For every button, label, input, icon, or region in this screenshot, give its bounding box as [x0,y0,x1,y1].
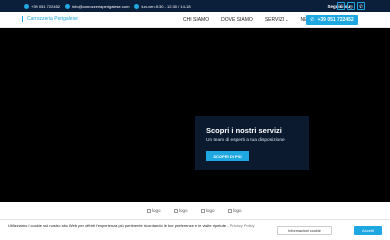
nav-chi-siamo[interactable]: CHI SIAMO [183,17,209,23]
top-info-bar: +39 051 722452 info@carrozzeriaperigales… [0,0,390,12]
site-logo[interactable]: Carrozzeria Perigalese [22,16,78,22]
phone-icon [24,3,29,9]
social-links: f ◎ ✆ [337,2,365,10]
whatsapp-icon[interactable]: ✆ [357,2,365,10]
privacy-policy-link[interactable]: Privacy Policy [230,223,255,228]
topbar-phone-text: +39 051 722452 [31,3,61,9]
nav-servizi-label: SERVIZI [264,17,285,23]
instagram-icon[interactable]: ◎ [347,2,355,10]
topbar-email[interactable]: info@carrozzeriaperigalese.com [65,3,130,9]
cookie-info-button[interactable]: Informazioni cookie [277,226,332,235]
topbar-hours-text: lun-ven 8:30 - 12:30 / 14-18 [141,3,191,9]
partner-logo: logo [174,208,188,213]
topbar-phone[interactable]: +39 051 722452 [24,3,61,9]
partner-logo: logo [147,208,161,213]
accept-cookies-button[interactable]: Accetti [354,226,382,235]
broken-image-icon [174,208,178,213]
card-subtitle: Un team di esperti a tua disposizione [206,138,285,143]
partner-logos: logo logo logo logo [0,202,390,219]
cookie-banner: Utilizziamo i cookie sul nostro sito Web… [0,219,390,240]
partner-logo-alt: logo [206,208,215,213]
nav-dove-siamo[interactable]: DOVE SIAMO [221,17,253,23]
site-header: Carrozzeria Perigalese CHI SIAMO DOVE SI… [0,12,390,28]
call-button-label: +39 051 722452 [317,17,354,23]
partner-logo-alt: logo [152,208,161,213]
call-button[interactable]: ✆ +39 051 722452 [306,15,358,25]
card-title: Scopri i nostri servizi [206,126,282,135]
logo-mark-icon [22,16,25,22]
clock-icon [134,3,140,9]
cookie-text: Utilizziamo i cookie sul nostro sito Web… [8,223,266,229]
topbar-email-text: info@carrozzeriaperigalese.com [72,3,130,9]
partner-logo: logo [201,208,215,213]
partner-logo-alt: logo [179,208,188,213]
logo-text: Carrozzeria Perigalese [27,16,78,22]
broken-image-icon [228,208,232,213]
topbar-hours: lun-ven 8:30 - 12:30 / 14-18 [134,3,191,9]
cookie-message: Utilizziamo i cookie sul nostro sito Web… [8,223,229,228]
chevron-down-icon: ⌄ [285,17,289,22]
nav-servizi[interactable]: SERVIZI⌄ [265,17,289,23]
discover-more-button[interactable]: SCOPRI DI PIÙ [206,151,249,161]
partner-logo-alt: logo [233,208,242,213]
partner-logo: logo [228,208,242,213]
facebook-icon[interactable]: f [337,2,345,10]
email-icon [65,3,71,9]
services-card: Scopri i nostri servizi Un team di esper… [195,116,309,170]
broken-image-icon [201,208,205,213]
phone-icon: ✆ [310,17,315,23]
hero-section [0,28,390,202]
broken-image-icon [147,208,151,213]
